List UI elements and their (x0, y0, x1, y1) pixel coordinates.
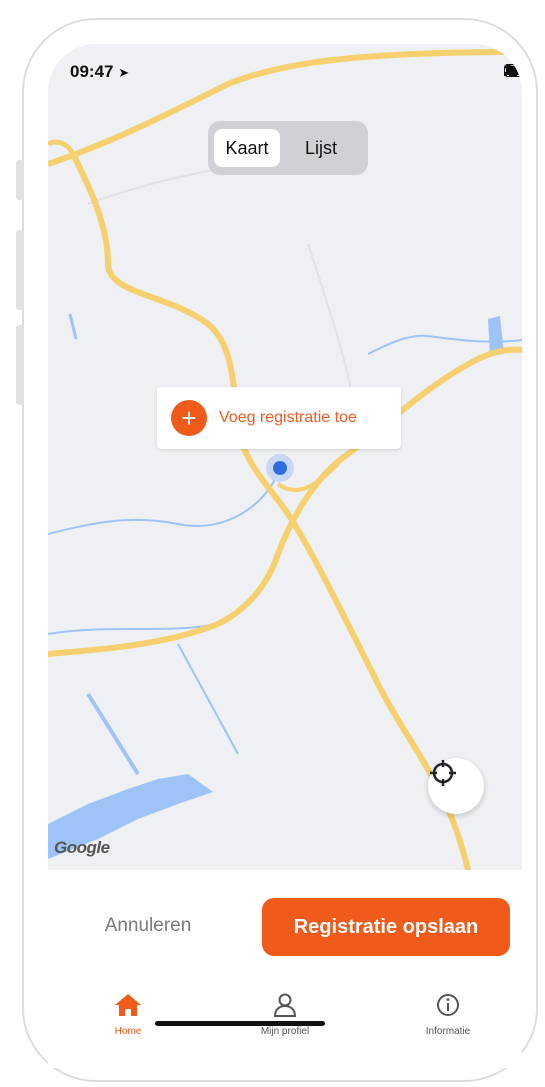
tab-mijn-profiel[interactable]: Mijn profiel (225, 992, 345, 1037)
tab-home-label: Home (114, 1026, 142, 1037)
mute-switch (16, 160, 24, 200)
tab-informatie-label: Informatie (425, 1026, 471, 1037)
user-icon (273, 993, 297, 1017)
add-registration-label: Voeg registratie toe (219, 409, 357, 426)
clock-text: 09:47 (70, 62, 114, 81)
tab-mijn-profiel-label: Mijn profiel (260, 1026, 310, 1037)
add-registration-button[interactable]: + Voeg registratie toe (157, 387, 401, 449)
app-screen: 09:47 ➤ Kaart Lijst + Voeg registratie t… (48, 44, 522, 1068)
action-bar: Annuleren Registratie opslaan (48, 870, 522, 960)
volume-up-button (16, 230, 24, 310)
tab-kaart[interactable]: Kaart (214, 129, 280, 167)
crosshair-icon (430, 760, 456, 786)
info-icon (437, 994, 459, 1016)
locate-me-button[interactable] (428, 758, 484, 814)
location-arrow-icon: ➤ (118, 65, 130, 80)
status-bar: 09:47 ➤ (48, 44, 522, 100)
home-indicator (155, 1021, 325, 1026)
google-attribution: Google (54, 838, 110, 857)
home-icon (115, 994, 141, 1016)
tab-lijst[interactable]: Lijst (286, 129, 356, 167)
view-toggle: Kaart Lijst (208, 121, 368, 175)
save-registration-button[interactable]: Registratie opslaan (262, 898, 510, 956)
battery-icon (504, 64, 522, 77)
volume-down-button (16, 325, 24, 405)
tab-home[interactable]: Home (68, 992, 188, 1037)
plus-icon: + (171, 400, 207, 436)
tab-informatie[interactable]: Informatie (388, 992, 508, 1037)
clock: 09:47 ➤ (70, 62, 129, 82)
cancel-button[interactable]: Annuleren (88, 898, 208, 954)
map-view[interactable]: 09:47 ➤ Kaart Lijst + Voeg registratie t… (48, 44, 522, 870)
